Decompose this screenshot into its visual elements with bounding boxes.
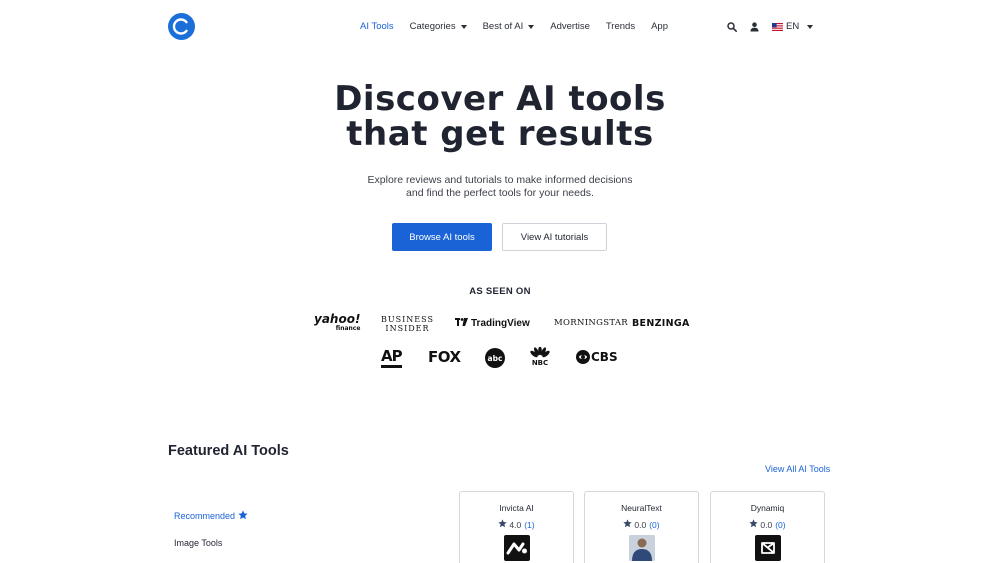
nav-item-ai-tools[interactable]: AI Tools	[360, 21, 394, 32]
tool-card-dynamiq[interactable]: Dynamiq 0.0 (0)	[710, 491, 825, 563]
view-ai-tutorials-button[interactable]: View AI tutorials	[502, 223, 607, 251]
cbs-eye-icon	[576, 350, 590, 364]
tradingview-wordmark: TradingView	[471, 317, 530, 329]
nav-item-app[interactable]: App	[651, 21, 668, 32]
as-seen-on-label: AS SEEN ON	[469, 286, 531, 297]
rating-value: 4.0	[509, 519, 522, 530]
language-label: EN	[786, 21, 800, 32]
abc-logo: abc	[485, 348, 505, 368]
hero-title: Discover AI tools that get results	[0, 82, 1000, 152]
logo-c-icon[interactable]	[168, 13, 195, 40]
yahoo-finance-logo: yahoo! finance	[314, 312, 361, 332]
tradingview-mark-icon	[455, 317, 468, 329]
cbs-logo: CBS	[576, 350, 618, 364]
nav-item-label: Best of AI	[482, 21, 524, 32]
ap-logo: AP	[381, 349, 403, 368]
star-icon	[238, 510, 248, 522]
tool-card-neuraltext[interactable]: NeuralText 0.0 (0)	[584, 491, 699, 563]
rating-count[interactable]: (1)	[524, 520, 534, 530]
nav-item-label: Advertise	[550, 21, 590, 32]
bi-line2: INSIDER	[385, 324, 430, 333]
business-insider-logo: BUSINESS INSIDER	[381, 315, 434, 333]
nav-item-label: AI Tools	[360, 21, 394, 32]
bi-line1: BUSINESS	[381, 315, 434, 324]
benzinga-logo: BENZINGA	[632, 318, 690, 329]
main-nav: AI Tools Categories Best of AI Advertise…	[352, 21, 676, 32]
rating-count[interactable]: (0)	[775, 520, 785, 530]
tradingview-logo: TradingView	[455, 317, 530, 329]
nav-item-advertise[interactable]: Advertise	[550, 21, 590, 32]
featured-title: Featured AI Tools	[168, 443, 289, 459]
us-flag-icon	[772, 22, 783, 31]
tool-thumbnail	[755, 535, 781, 561]
tool-thumbnail	[504, 535, 530, 561]
yahoo-finance-sub: finance	[335, 325, 361, 332]
tool-thumbnail	[629, 535, 655, 561]
fox-logo: FOX	[428, 348, 461, 366]
tool-card-rating: 4.0 (1)	[460, 519, 573, 530]
nav-item-categories[interactable]: Categories	[410, 21, 467, 32]
sidebar-item-recommended[interactable]: Recommended	[174, 510, 248, 522]
cbs-wordmark: CBS	[591, 350, 618, 364]
search-icon[interactable]	[726, 21, 737, 32]
header: AI Tools Categories Best of AI Advertise…	[0, 0, 1000, 56]
nav-item-label: App	[651, 21, 668, 32]
nbc-peacock-icon	[530, 347, 550, 358]
nav-item-trends[interactable]: Trends	[606, 21, 635, 32]
rating-count[interactable]: (0)	[649, 520, 659, 530]
chevron-down-icon	[460, 24, 467, 29]
nbc-logo: NBC	[529, 347, 551, 367]
hero-title-line1: Discover AI tools	[334, 79, 666, 119]
star-icon	[498, 519, 508, 530]
star-icon	[623, 519, 633, 530]
nbc-wordmark: NBC	[531, 359, 549, 367]
hero-title-line2: that get results	[346, 114, 654, 154]
star-icon	[749, 519, 759, 530]
tool-card-rating: 0.0 (0)	[585, 519, 698, 530]
header-actions: EN	[726, 21, 814, 32]
nav-item-best-of-ai[interactable]: Best of AI	[483, 21, 535, 32]
nav-item-label: Trends	[605, 21, 636, 32]
chevron-down-icon	[807, 24, 814, 29]
rating-value: 0.0	[634, 519, 647, 530]
hero-subtitle: Explore reviews and tutorials to make in…	[367, 174, 633, 199]
view-all-ai-tools-link[interactable]: View All AI Tools	[765, 464, 830, 474]
yahoo-wordmark: yahoo!	[314, 312, 361, 326]
tool-card-name: NeuralText	[621, 503, 662, 513]
tool-card-name: Dynamiq	[750, 503, 785, 513]
tool-card-invicta-ai[interactable]: Invicta AI 4.0 (1)	[459, 491, 574, 563]
tool-card-rating: 0.0 (0)	[711, 519, 824, 530]
language-selector[interactable]: EN	[772, 21, 814, 32]
browse-ai-tools-button[interactable]: Browse AI tools	[392, 223, 492, 251]
tool-card-name: Invicta AI	[499, 503, 534, 513]
rating-value: 0.0	[760, 519, 773, 530]
morningstar-logo: MORNINGSTAR	[554, 318, 628, 328]
sidebar-item-label: Recommended	[174, 511, 236, 521]
nav-item-label: Categories	[409, 21, 456, 32]
chevron-down-icon	[528, 24, 535, 29]
user-icon[interactable]	[749, 21, 760, 32]
sidebar-item-image-tools[interactable]: Image Tools	[174, 538, 222, 548]
